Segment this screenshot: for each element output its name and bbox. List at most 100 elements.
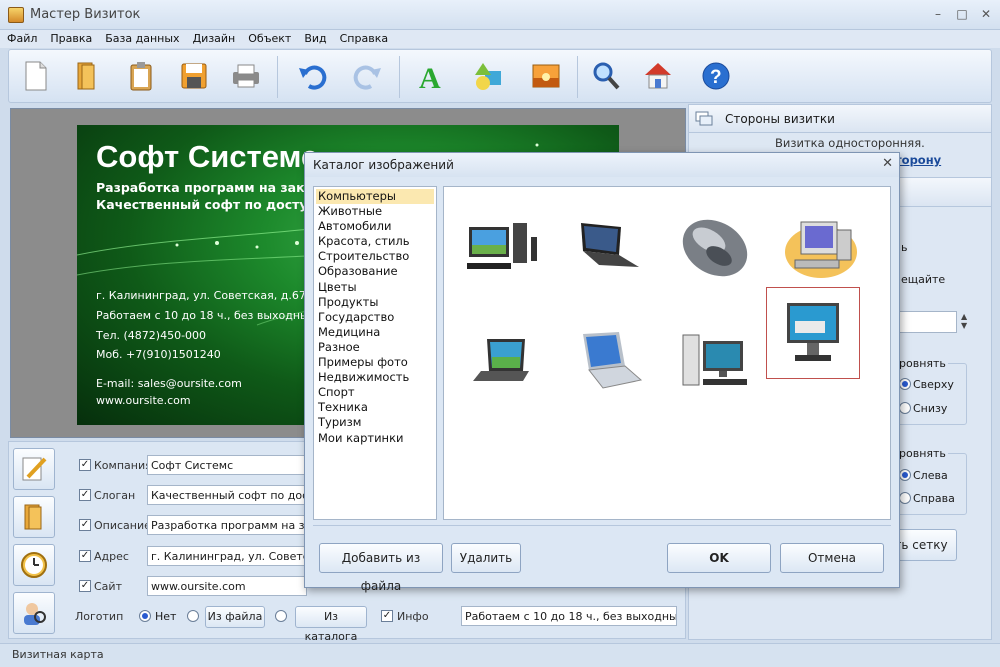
thumb-laptop-open[interactable] xyxy=(456,317,550,409)
add-side-link[interactable]: торону xyxy=(895,153,941,167)
undo-icon[interactable] xyxy=(295,59,329,93)
align-right-radio[interactable] xyxy=(899,492,911,504)
close-button[interactable]: ✕ xyxy=(976,6,996,22)
thumb-laptop-silver[interactable] xyxy=(562,317,656,409)
description-input[interactable]: Разработка программ на заказ xyxy=(147,515,307,535)
category-item[interactable]: Техника xyxy=(316,400,434,415)
category-item[interactable]: Строительство xyxy=(316,249,434,264)
thumb-lcd-monitor[interactable] xyxy=(766,287,860,379)
minimize-button[interactable]: – xyxy=(928,6,948,22)
status-text: Визитная карта xyxy=(12,648,104,661)
category-item[interactable]: Недвижимость xyxy=(316,370,434,385)
open-template-button[interactable] xyxy=(13,496,55,538)
laptop-open-icon xyxy=(473,339,529,381)
redo-icon[interactable] xyxy=(351,59,385,93)
align-left-radio[interactable] xyxy=(899,469,911,481)
category-item[interactable]: Медицина xyxy=(316,325,434,340)
delete-button[interactable]: Удалить xyxy=(451,543,521,573)
new-file-icon[interactable] xyxy=(19,59,53,93)
site-input[interactable]: www.oursite.com xyxy=(147,576,307,596)
thumb-pc-tower-monitor[interactable] xyxy=(668,317,762,409)
category-item[interactable]: Спорт xyxy=(316,385,434,400)
menu-bar: Файл Правка База данных Дизайн Объект Вид Спра… xyxy=(0,30,1000,48)
dialog-close-icon[interactable]: ✕ xyxy=(882,156,893,171)
category-item[interactable]: Образование xyxy=(316,264,434,279)
menu-help[interactable]: Справка xyxy=(333,30,394,45)
address-row: ✓ Адрес г. Калининград, ул. Советская, xyxy=(79,546,319,568)
category-item[interactable]: Государство xyxy=(316,310,434,325)
thumb-cartoon-computer[interactable] xyxy=(774,201,868,293)
menu-file[interactable]: Файл xyxy=(0,30,43,45)
category-list[interactable]: Компьютеры Животные Автомобили Красота, … xyxy=(313,186,437,520)
description-checkbox[interactable]: ✓ xyxy=(79,519,91,531)
category-item[interactable]: Мои картинки xyxy=(316,431,434,446)
zoom-icon[interactable] xyxy=(589,59,623,93)
company-checkbox[interactable]: ✓ xyxy=(79,459,91,471)
clipboard-icon[interactable] xyxy=(124,59,158,93)
open-folder-icon[interactable] xyxy=(69,59,103,93)
category-item[interactable]: Продукты xyxy=(316,295,434,310)
align-top-radio[interactable] xyxy=(899,378,911,390)
ok-button[interactable]: OK xyxy=(667,543,771,573)
category-item[interactable]: Животные xyxy=(316,204,434,219)
description-label: Описание xyxy=(94,519,151,532)
menu-database[interactable]: База данных xyxy=(98,30,185,45)
category-item[interactable]: Разное xyxy=(316,340,434,355)
menu-view[interactable]: Вид xyxy=(297,30,332,45)
menu-edit[interactable]: Правка xyxy=(43,30,98,45)
card-address: г. Калининград, ул. Советская, д.67, оф. xyxy=(96,289,333,302)
image-icon[interactable] xyxy=(529,59,563,93)
logo-none-radio[interactable] xyxy=(139,610,151,622)
cancel-button[interactable]: Отмена xyxy=(780,543,884,573)
address-input[interactable]: г. Калининград, ул. Советская, xyxy=(147,546,307,566)
info-input[interactable]: Работаем с 10 до 18 ч., без выходных xyxy=(461,606,677,626)
info-checkbox[interactable]: ✓ xyxy=(381,610,393,622)
add-from-file-button[interactable]: Добавить из файла xyxy=(319,543,443,593)
card-site: www.oursite.com xyxy=(96,394,191,407)
site-checkbox[interactable]: ✓ xyxy=(79,580,91,592)
logo-none-label: Нет xyxy=(155,610,177,623)
thumb-laptop-black[interactable] xyxy=(562,201,656,293)
card-mobile: Моб. +7(910)1501240 xyxy=(96,348,221,361)
slogan-input[interactable]: Качественный софт по доступн xyxy=(147,485,307,505)
card-email: E-mail: sales@oursite.com xyxy=(96,377,242,390)
category-item[interactable]: Туризм xyxy=(316,415,434,430)
align-bottom-radio[interactable] xyxy=(899,402,911,414)
address-checkbox[interactable]: ✓ xyxy=(79,550,91,562)
edit-text-button[interactable] xyxy=(13,448,55,490)
text-icon[interactable]: A xyxy=(414,59,448,93)
logo-catalog-radio[interactable] xyxy=(275,610,287,622)
company-input[interactable]: Софт Системс xyxy=(147,455,307,475)
home-icon[interactable] xyxy=(641,59,675,93)
menu-design[interactable]: Дизайн xyxy=(186,30,242,45)
maximize-button[interactable]: □ xyxy=(952,6,972,22)
slogan-checkbox[interactable]: ✓ xyxy=(79,489,91,501)
history-button[interactable] xyxy=(13,544,55,586)
sides-header-title: Стороны визитки xyxy=(725,112,835,126)
logo-from-catalog-button[interactable]: Из каталога xyxy=(295,606,367,643)
menu-object[interactable]: Объект xyxy=(241,30,297,45)
print-icon[interactable] xyxy=(229,59,263,93)
status-bar: Визитная карта xyxy=(0,643,1000,667)
logo-from-file-button[interactable]: Из файла xyxy=(205,606,265,628)
window-title: Мастер Визиток xyxy=(30,7,141,22)
spinner-arrows[interactable]: ▲ ▼ xyxy=(961,312,967,330)
horizontal-align-title: ровнять xyxy=(897,447,948,460)
logo-file-radio[interactable] xyxy=(187,610,199,622)
category-item[interactable]: Красота, стиль xyxy=(316,234,434,249)
search-user-button[interactable] xyxy=(13,592,55,634)
thumb-computer-mouse[interactable] xyxy=(668,201,762,293)
save-icon[interactable] xyxy=(177,59,211,93)
category-item[interactable]: Цветы xyxy=(316,280,434,295)
shapes-icon[interactable] xyxy=(471,59,505,93)
info-label: Инфо xyxy=(397,610,429,623)
help-icon[interactable]: ? xyxy=(699,59,733,93)
logo-row: Логотип Нет Из файла Из каталога ✓ Инфо … xyxy=(75,606,689,643)
notepad-pencil-icon xyxy=(22,457,47,481)
category-item[interactable]: Автомобили xyxy=(316,219,434,234)
pc-tower-monitor-icon xyxy=(682,334,747,386)
category-item[interactable]: Примеры фото xyxy=(316,355,434,370)
category-item[interactable]: Компьютеры xyxy=(316,189,434,205)
value-spinner-input[interactable] xyxy=(899,311,957,333)
thumb-desktop-pc[interactable] xyxy=(456,201,550,293)
